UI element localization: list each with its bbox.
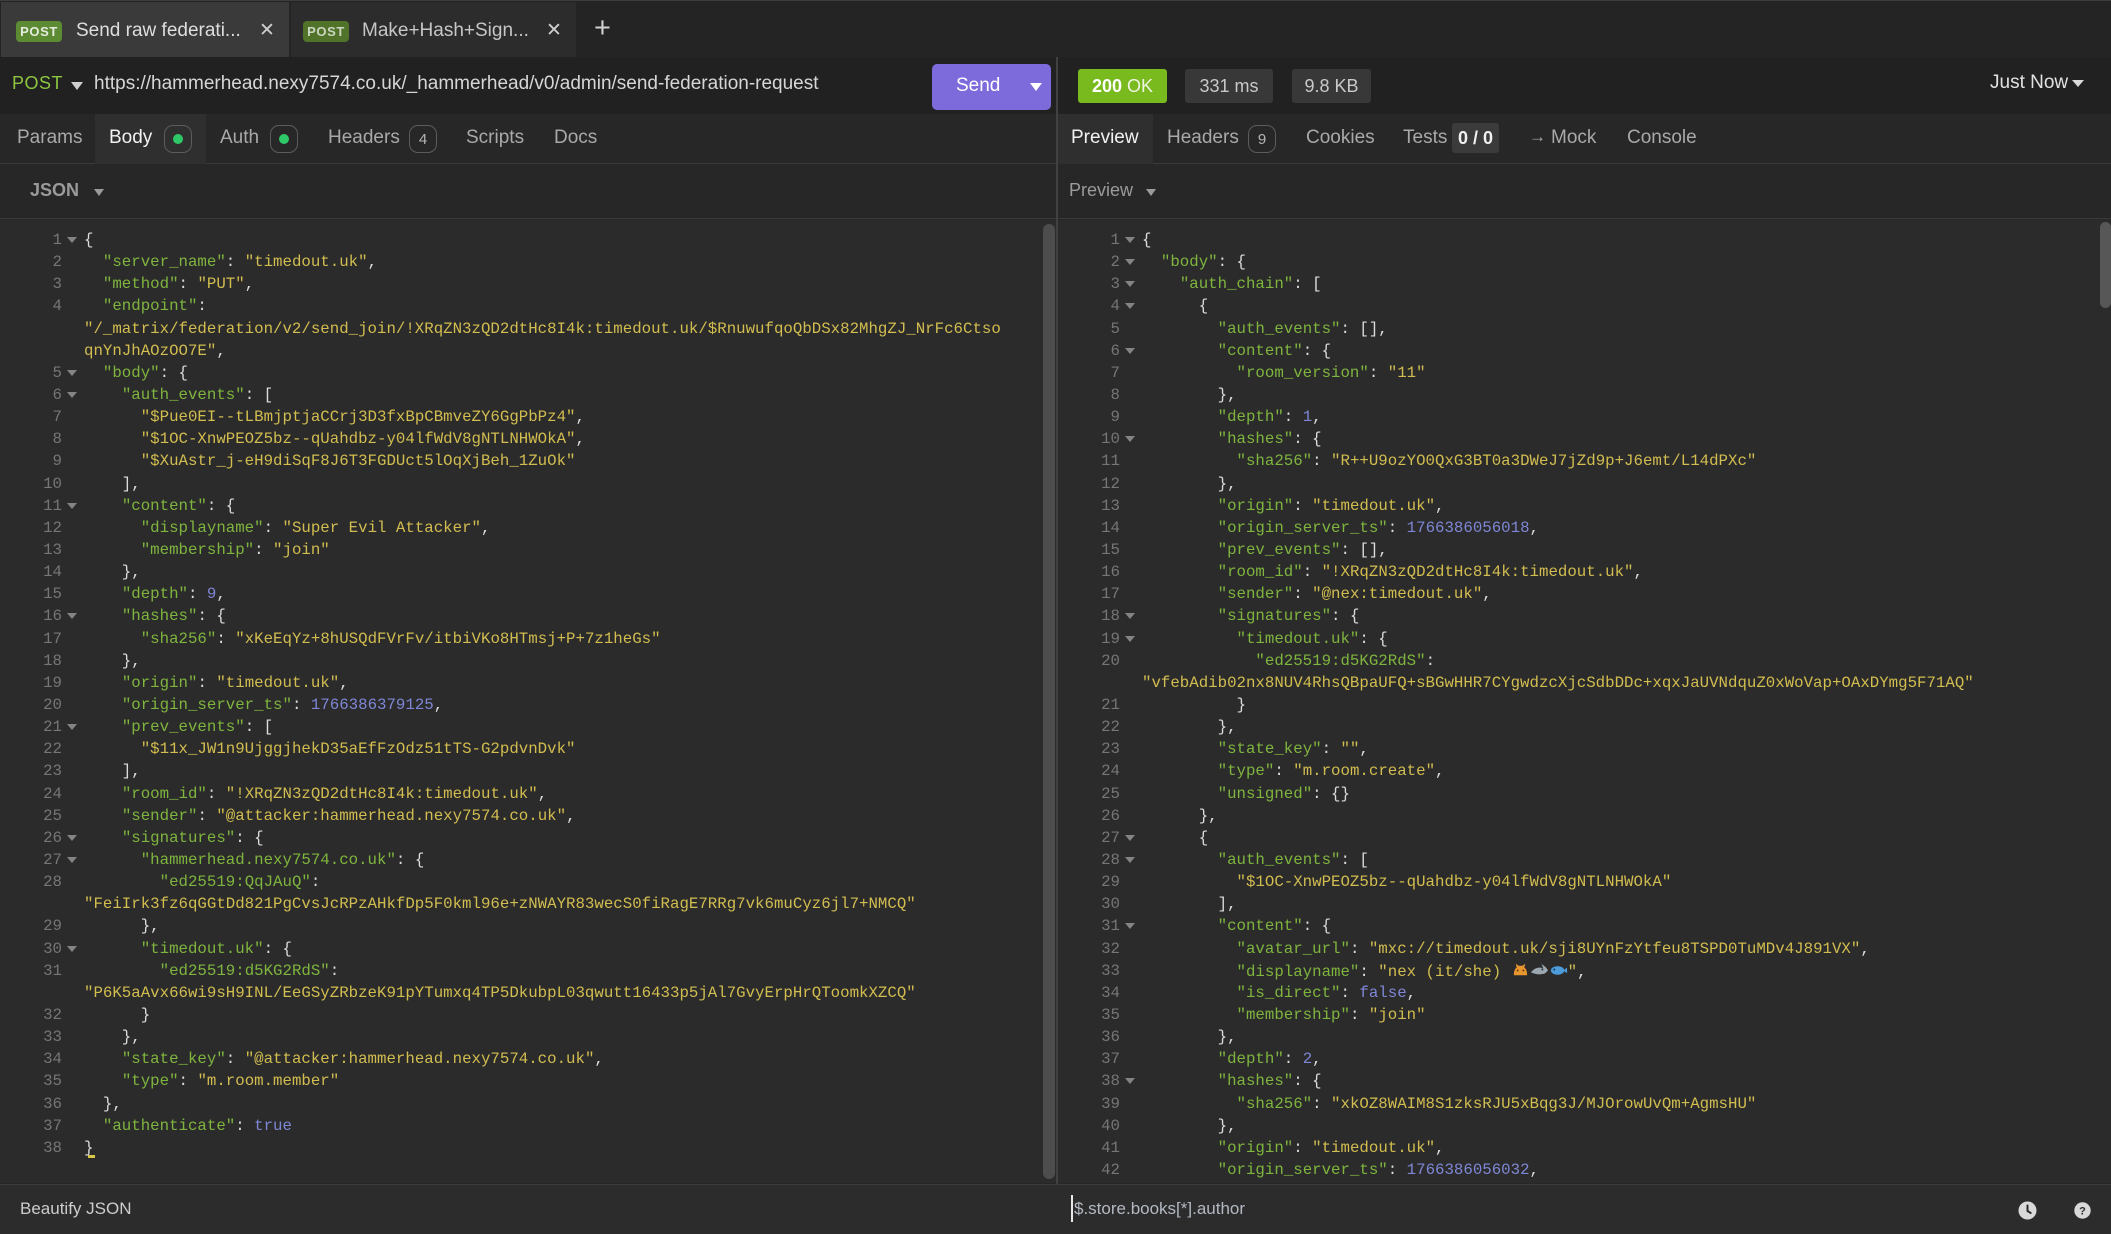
svg-text:?: ? [2079, 1206, 2086, 1218]
